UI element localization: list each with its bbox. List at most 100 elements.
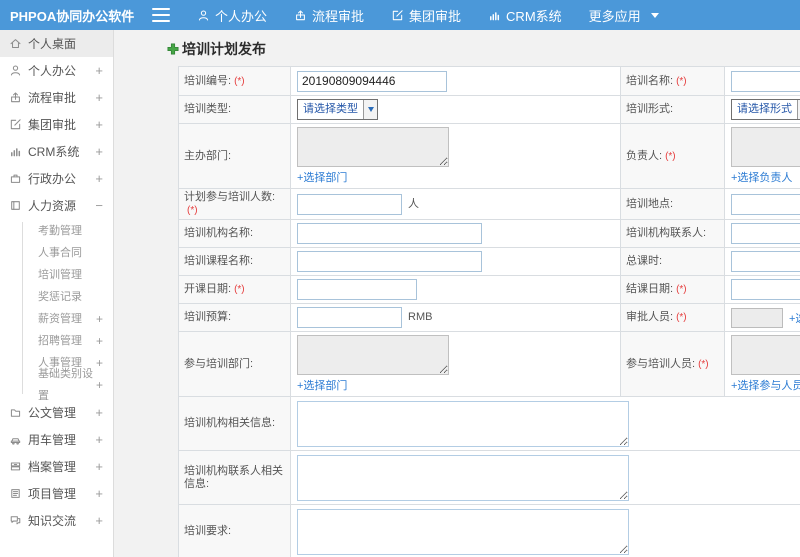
end-date-label: 结课日期: [626, 283, 674, 295]
sidebar-subitem-recruit[interactable]: 招聘管理 + [0, 330, 113, 352]
participants-label: 参与培训人员: [626, 357, 696, 370]
sidebar-item-vehicles[interactable]: 用车管理 + [0, 426, 113, 453]
form-row: 计划参与培训人数: (*) 人 培训地点: [178, 188, 800, 220]
org-name-label: 培训机构名称: [184, 227, 254, 239]
sidebar-item-personal-desktop[interactable]: 个人桌面 [0, 30, 113, 57]
sidebar-subitem-rewards[interactable]: 奖惩记录 [0, 286, 113, 308]
host-dept-label: 主办部门: [184, 149, 232, 162]
home-icon [10, 39, 21, 49]
sidebar-subitem-base-category[interactable]: 基础类别设置 + [0, 368, 113, 402]
collapse-icon[interactable]: − [95, 198, 103, 213]
nav-crm-system[interactable]: CRM系统 [488, 6, 562, 25]
expand-icon[interactable]: + [95, 486, 103, 501]
training-name-input[interactable] [731, 70, 800, 92]
select-leader-link[interactable]: +选择负责人 [731, 169, 792, 185]
org-name-input[interactable] [297, 223, 482, 244]
caret-down-icon [650, 12, 659, 18]
total-hours-input[interactable] [731, 251, 800, 272]
sidebar-menu: 个人桌面 个人办公 + 流程审批 + 集团审批 + CRM系统 + 行政办公 +… [0, 30, 114, 557]
unit-rmb: RMB [408, 311, 433, 324]
course-name-label: 培训课程名称: [184, 255, 254, 267]
select-approver-link[interactable]: +选择审批人员 [789, 310, 800, 326]
briefcase-icon [10, 174, 21, 183]
form-row: 培训类型: 请选择类型 培训形式: 请选择形式 [178, 95, 800, 124]
approver-box[interactable] [731, 307, 783, 328]
expand-icon[interactable]: + [95, 144, 103, 159]
sidebar-item-workflow-approval[interactable]: 流程审批 + [0, 84, 113, 111]
menu-toggle-icon[interactable] [152, 8, 170, 22]
nav-workflow-approval[interactable]: 流程审批 [294, 6, 364, 25]
training-type-select[interactable]: 请选择类型 [297, 99, 378, 120]
edit-icon [392, 9, 403, 20]
location-input[interactable] [731, 193, 800, 215]
sidebar-item-admin-office[interactable]: 行政办公 + [0, 165, 113, 192]
bar-chart-icon [490, 11, 500, 20]
course-name-input[interactable] [297, 251, 482, 272]
training-no-label: 培训编号: [184, 74, 232, 87]
required-mark: (*) [676, 284, 687, 295]
page-title: 培训计划发布 [167, 39, 266, 59]
select-participants-link[interactable]: +选择参与人员 [731, 377, 800, 393]
expand-icon[interactable]: + [95, 117, 103, 132]
chat-icon [10, 516, 21, 525]
expand-icon[interactable]: + [95, 513, 103, 528]
expand-icon[interactable]: + [95, 405, 103, 420]
expand-icon[interactable]: + [95, 171, 103, 186]
form-row: 培训机构名称: 培训机构联系人: [178, 219, 800, 248]
expand-icon[interactable]: + [96, 374, 103, 396]
required-mark: (*) [665, 150, 676, 162]
sidebar-item-archives[interactable]: 档案管理 + [0, 453, 113, 480]
requirements-textarea[interactable] [297, 508, 629, 555]
select-dept-link[interactable]: +选择部门 [297, 169, 347, 185]
org-contact-info-label: 培训机构联系人相关信息: [184, 464, 283, 490]
sidebar-subitem-hr-contract[interactable]: 人事合同 [0, 242, 113, 264]
planned-count-input[interactable] [297, 193, 402, 215]
location-label: 培训地点: [626, 197, 674, 210]
nav-more-apps[interactable]: 更多应用 [589, 6, 659, 25]
org-info-textarea[interactable] [297, 400, 629, 447]
hr-submenu: 考勤管理 人事合同 培训管理 奖惩记录 薪资管理 + 招聘管理 + 人事管理 + 基础… [0, 219, 113, 402]
participants-box[interactable] [731, 335, 800, 375]
form-row: 参与培训部门: +选择部门 参与培训人员: (*) +选择参与人员 [178, 331, 800, 397]
form-row: 培训机构相关信息: [178, 396, 800, 451]
approver-label: 审批人员: [626, 311, 674, 323]
workflow-icon [11, 92, 20, 103]
leader-box[interactable] [731, 127, 800, 167]
training-no-input[interactable] [297, 70, 447, 92]
org-contact-info-textarea[interactable] [297, 454, 629, 501]
sidebar-item-group-approval[interactable]: 集团审批 + [0, 111, 113, 138]
sidebar-item-crm[interactable]: CRM系统 + [0, 138, 113, 165]
training-form-label: 培训形式: [626, 103, 674, 115]
expand-icon[interactable]: + [95, 63, 103, 78]
expand-icon[interactable]: + [96, 352, 103, 374]
nav-group-approval[interactable]: 集团审批 [391, 6, 461, 25]
sidebar-subitem-salary[interactable]: 薪资管理 + [0, 308, 113, 330]
expand-icon[interactable]: + [95, 432, 103, 447]
nav-personal-office[interactable]: 个人办公 [197, 6, 267, 25]
nav-label: 个人办公 [215, 8, 268, 24]
sidebar-item-hr[interactable]: 人力资源 − [0, 192, 113, 219]
budget-input[interactable] [297, 307, 402, 328]
sidebar-item-personal-office[interactable]: 个人办公 + [0, 57, 113, 84]
participant-dept-box[interactable] [297, 335, 449, 375]
expand-icon[interactable]: + [95, 459, 103, 474]
end-date-input[interactable] [731, 279, 800, 300]
training-form-select[interactable]: 请选择形式 [731, 99, 800, 120]
org-contact-input[interactable] [731, 223, 800, 244]
expand-icon[interactable]: + [96, 330, 103, 352]
required-mark: (*) [234, 75, 245, 87]
expand-icon[interactable]: + [95, 90, 103, 105]
sidebar-item-knowledge[interactable]: 知识交流 + [0, 507, 113, 534]
sidebar-subitem-training[interactable]: 培训管理 [0, 264, 113, 286]
top-navbar: PHPOA协同办公软件 个人办公 流程审批 集团审批 CRM系统 更多应用 [0, 0, 800, 30]
plus-icon [167, 43, 179, 55]
car-icon [10, 438, 21, 445]
start-date-label: 开课日期: [184, 283, 232, 295]
sidebar-item-projects[interactable]: 项目管理 + [0, 480, 113, 507]
host-dept-box[interactable] [297, 127, 449, 167]
start-date-input[interactable] [297, 279, 417, 300]
select-dept-link[interactable]: +选择部门 [297, 377, 347, 393]
select-arrow-icon [363, 100, 377, 119]
expand-icon[interactable]: + [96, 308, 103, 330]
sidebar-subitem-attendance[interactable]: 考勤管理 [0, 220, 113, 242]
